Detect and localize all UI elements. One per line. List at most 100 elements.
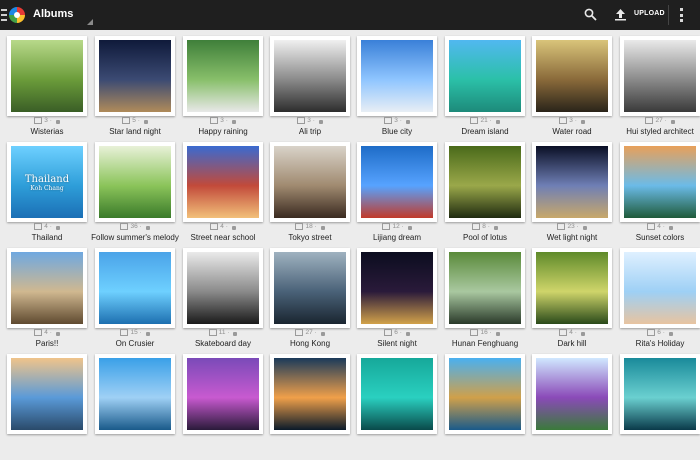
album-thumbnail[interactable] [357, 248, 437, 328]
album-thumbnail[interactable] [445, 354, 525, 434]
meta-separator: · [485, 223, 492, 231]
album-thumbnail[interactable] [532, 248, 612, 328]
album-thumbnail[interactable] [620, 142, 700, 222]
album-thumbnail[interactable] [620, 354, 700, 434]
meta-separator: · [574, 223, 581, 231]
album-thumbnail[interactable] [357, 36, 437, 116]
album-tile[interactable] [7, 354, 95, 460]
album-thumbnail[interactable] [183, 248, 263, 328]
album-tile[interactable] [95, 354, 183, 460]
album-thumbnail[interactable] [445, 142, 525, 222]
album-tile[interactable]: 5 · Star land night [95, 36, 183, 142]
album-tile[interactable]: 11 · Skateboard day [183, 248, 271, 354]
album-tile[interactable]: Thailand Koh Chang 4 · Thailand [7, 142, 95, 248]
album-thumbnail[interactable] [95, 142, 175, 222]
album-thumbnail[interactable] [183, 142, 263, 222]
album-tile[interactable]: 3 · Water road [532, 36, 620, 142]
thumbnail-caption-title: Thailand [24, 174, 70, 185]
album-thumbnail[interactable] [620, 36, 700, 116]
album-thumbnail[interactable] [270, 248, 350, 328]
album-tile[interactable]: 36 · Follow summer's melody [91, 142, 183, 248]
drawer-menu-icon[interactable] [1, 9, 7, 21]
photo-count-icon [472, 223, 481, 230]
album-tile[interactable]: 6 · Rita's Holiday [620, 248, 700, 354]
album-tile[interactable]: 4 · Paris!! [7, 248, 95, 354]
album-tile[interactable]: 15 · On Crusier [95, 248, 183, 354]
photo-count-icon [208, 329, 217, 336]
album-tile[interactable]: 4 · Sunset colors [620, 142, 700, 248]
lock-icon [145, 225, 150, 230]
album-thumbnail[interactable] [183, 36, 263, 116]
album-tile[interactable] [270, 354, 358, 460]
album-tile[interactable]: 3 · Blue city [357, 36, 445, 142]
photo-count-icon [122, 117, 131, 124]
photo-count-icon [470, 117, 479, 124]
album-thumbnail[interactable] [357, 142, 437, 222]
album-thumbnail[interactable] [532, 142, 612, 222]
album-tile[interactable] [357, 354, 445, 460]
album-meta: 4 · [7, 223, 87, 230]
album-tile[interactable]: 3 · Ali trip [270, 36, 358, 142]
album-thumbnail[interactable] [270, 36, 350, 116]
overflow-menu-icon[interactable] [680, 8, 684, 22]
photo-count-icon [210, 223, 219, 230]
album-name: Tokyo street [288, 233, 332, 242]
album-thumbnail[interactable] [620, 248, 700, 328]
album-tile[interactable]: 4 · Street near school [183, 142, 271, 248]
album-thumbnail[interactable] [7, 36, 87, 116]
lock-icon [231, 225, 236, 230]
lock-icon [145, 331, 150, 336]
album-tile[interactable] [532, 354, 620, 460]
album-thumbnail[interactable] [95, 354, 175, 434]
album-tile[interactable]: 3 · Wisterias [7, 36, 95, 142]
album-thumbnail[interactable] [95, 248, 175, 328]
album-name: Blue city [381, 127, 413, 136]
album-thumbnail[interactable] [183, 354, 263, 434]
lock-icon [580, 119, 585, 124]
album-thumbnail[interactable] [95, 36, 175, 116]
photo-count: 27 [655, 117, 663, 125]
page-title[interactable]: Albums [33, 8, 73, 20]
album-tile[interactable]: 12 · Lijiang dream [357, 142, 445, 248]
album-tile[interactable] [620, 354, 700, 460]
album-tile[interactable]: 16 · Hunan Fenghuang [445, 248, 533, 354]
search-icon[interactable] [584, 8, 597, 21]
upload-button[interactable]: UPLOAD [634, 10, 665, 17]
album-tile[interactable]: 23 · Wet light night [532, 142, 620, 248]
album-tile[interactable]: 21 · Dream island [445, 36, 533, 142]
lock-icon [320, 225, 325, 230]
album-thumbnail[interactable] [532, 354, 612, 434]
lock-icon [495, 331, 500, 336]
photo-count: 12 [392, 223, 400, 231]
photo-count-icon [647, 329, 656, 336]
album-tile[interactable]: 8 · Pool of lotus [445, 142, 533, 248]
album-thumbnail[interactable]: Thailand Koh Chang [7, 142, 87, 222]
gallery-app-icon[interactable] [9, 7, 25, 23]
album-tile[interactable]: 27 · Hui styled architect [620, 36, 700, 142]
meta-separator: · [487, 329, 494, 337]
album-meta: 27 · [620, 117, 700, 124]
album-tile[interactable]: 4 · Dark hill [532, 248, 620, 354]
lock-icon [55, 119, 60, 124]
album-thumbnail[interactable] [445, 36, 525, 116]
album-tile[interactable]: 18 · Tokyo street [270, 142, 358, 248]
album-thumbnail[interactable] [357, 354, 437, 434]
album-tile[interactable]: 3 · Happy raining [183, 36, 271, 142]
album-name: Hong Kong [289, 339, 331, 348]
photo-count-icon [647, 223, 656, 230]
album-tile[interactable] [445, 354, 533, 460]
spinner-indicator-icon[interactable] [87, 19, 93, 25]
album-thumbnail[interactable] [7, 248, 87, 328]
upload-icon[interactable] [614, 8, 627, 21]
album-tile[interactable]: 27 · Hong Kong [270, 248, 358, 354]
album-name: Star land night [109, 127, 161, 136]
album-thumbnail[interactable] [7, 354, 87, 434]
album-tile[interactable]: 6 · Silent night [357, 248, 445, 354]
album-tile[interactable] [183, 354, 271, 460]
photo-count: 18 [305, 223, 313, 231]
album-thumbnail[interactable] [532, 36, 612, 116]
album-thumbnail[interactable] [270, 354, 350, 434]
album-meta: 4 · [620, 223, 700, 230]
album-thumbnail[interactable] [270, 142, 350, 222]
album-thumbnail[interactable] [445, 248, 525, 328]
